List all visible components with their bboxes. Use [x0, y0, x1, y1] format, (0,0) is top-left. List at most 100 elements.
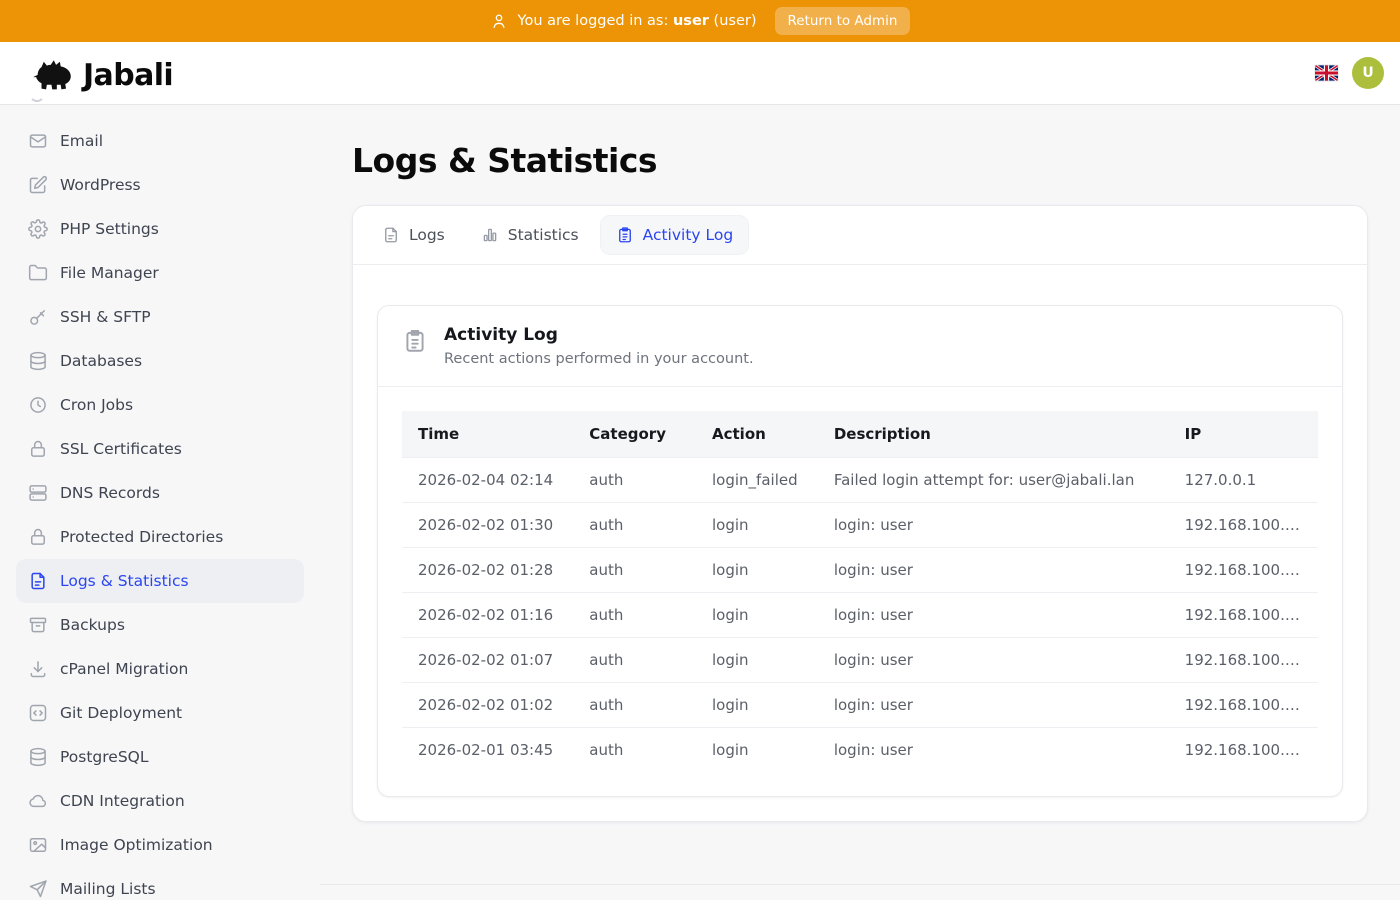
- sidebar-item-label: Email: [60, 132, 103, 150]
- column-header-description: Description: [818, 411, 1169, 458]
- sidebar-item-label: Git Deployment: [60, 704, 182, 722]
- table-cell: login_failed: [696, 457, 818, 502]
- card-description: Recent actions performed in your account…: [444, 351, 754, 367]
- sidebar-item-logs-statistics[interactable]: Logs & Statistics: [16, 559, 304, 603]
- table-cell: login: user: [818, 727, 1169, 772]
- table-cell: login: [696, 547, 818, 592]
- file-text-icon: [28, 571, 48, 591]
- activity-log-table: TimeCategoryActionDescriptionIP 2026-02-…: [402, 411, 1318, 772]
- sidebar-item-image-optimization[interactable]: Image Optimization: [16, 823, 304, 867]
- table-cell: login: user: [818, 592, 1169, 637]
- language-flag-icon[interactable]: [1315, 65, 1338, 81]
- table-row: 2026-02-02 01:30authloginlogin: user192.…: [402, 502, 1318, 547]
- avatar[interactable]: U: [1352, 57, 1384, 89]
- image-icon: [28, 835, 48, 855]
- table-cell: login: [696, 682, 818, 727]
- table-row: 2026-02-02 01:16authloginlogin: user192.…: [402, 592, 1318, 637]
- sidebar-item-cron-jobs[interactable]: Cron Jobs: [16, 383, 304, 427]
- edit-icon: [28, 175, 48, 195]
- logged-in-role: (user): [714, 13, 757, 29]
- column-header-time: Time: [402, 411, 573, 458]
- clipboard-icon: [616, 226, 634, 244]
- brand-logo[interactable]: Jabali: [30, 52, 173, 94]
- table-cell: 2026-02-02 01:16: [402, 592, 573, 637]
- sidebar-item-label: Cron Jobs: [60, 396, 133, 414]
- table-cell: auth: [573, 682, 696, 727]
- column-header-action: Action: [696, 411, 818, 458]
- card-title: Activity Log: [444, 325, 754, 345]
- activity-log-card: Activity Log Recent actions performed in…: [377, 305, 1343, 797]
- logged-in-text: You are logged in as: user (user): [518, 13, 757, 29]
- sidebar-item-ssl-certificates[interactable]: SSL Certificates: [16, 427, 304, 471]
- table-cell: 2026-02-02 01:02: [402, 682, 573, 727]
- sidebar-item-label: Backups: [60, 616, 125, 634]
- table-cell: login: [696, 502, 818, 547]
- sidebar-item-label: File Manager: [60, 264, 159, 282]
- table-cell: login: user: [818, 682, 1169, 727]
- file-text-icon: [382, 226, 400, 244]
- table-cell: 192.168.100.200: [1169, 637, 1318, 682]
- logs-statistics-card: Logs Statistics Activity Log Activity Log …: [352, 205, 1368, 822]
- tab-logs[interactable]: Logs: [367, 215, 460, 255]
- sidebar-item-label: cPanel Migration: [60, 660, 188, 678]
- tab-label: Activity Log: [643, 226, 734, 244]
- send-icon: [28, 879, 48, 899]
- sidebar-item-php-settings[interactable]: PHP Settings: [16, 207, 304, 251]
- sidebar-item-label: Image Optimization: [60, 836, 213, 854]
- sidebar-item-databases[interactable]: Databases: [16, 339, 304, 383]
- table-cell: 127.0.0.1: [1169, 457, 1318, 502]
- tab-activity-log[interactable]: Activity Log: [600, 215, 750, 255]
- sidebar-item-git-deployment[interactable]: Git Deployment: [16, 691, 304, 735]
- sidebar-item-mailing-lists[interactable]: Mailing Lists: [16, 867, 304, 900]
- tab-label: Statistics: [508, 226, 579, 244]
- table-cell: login: [696, 727, 818, 772]
- table-row: 2026-02-02 01:02authloginlogin: user192.…: [402, 682, 1318, 727]
- gear-icon: [28, 219, 48, 239]
- table-cell: 2026-02-02 01:30: [402, 502, 573, 547]
- folder-icon: [28, 263, 48, 283]
- sidebar-item-email[interactable]: Email: [16, 119, 304, 163]
- tab-bar: Logs Statistics Activity Log: [353, 206, 1367, 265]
- sidebar-item-label: Mailing Lists: [60, 880, 156, 898]
- table-cell: 192.168.100.200: [1169, 547, 1318, 592]
- sidebar-item-label: Databases: [60, 352, 142, 370]
- table-row: 2026-02-02 01:07authloginlogin: user192.…: [402, 637, 1318, 682]
- table-cell: login: [696, 637, 818, 682]
- page-title: Logs & Statistics: [352, 141, 1368, 181]
- topbar: You are logged in as: user (user) Return…: [0, 0, 1400, 42]
- bar-chart-icon: [481, 226, 499, 244]
- table-cell: 2026-02-04 02:14: [402, 457, 573, 502]
- table-cell: 192.168.100.200: [1169, 592, 1318, 637]
- table-cell: 192.168.100.200: [1169, 727, 1318, 772]
- database-icon: [28, 351, 48, 371]
- sidebar-item-label: DNS Records: [60, 484, 160, 502]
- sidebar-item-backups[interactable]: Backups: [16, 603, 304, 647]
- sidebar-item-file-manager[interactable]: File Manager: [16, 251, 304, 295]
- user-icon: [490, 12, 508, 30]
- table-cell: 2026-02-01 03:45: [402, 727, 573, 772]
- sidebar-item-cdn-integration[interactable]: CDN Integration: [16, 779, 304, 823]
- tab-statistics[interactable]: Statistics: [466, 215, 594, 255]
- table-cell: auth: [573, 637, 696, 682]
- lock-icon: [28, 527, 48, 547]
- sidebar-item-label: Logs & Statistics: [60, 572, 189, 590]
- table-cell: Failed login attempt for: user@jabali.la…: [818, 457, 1169, 502]
- sidebar-item-protected-directories[interactable]: Protected Directories: [16, 515, 304, 559]
- key-icon: [28, 307, 48, 327]
- server-icon: [28, 483, 48, 503]
- table-cell: auth: [573, 592, 696, 637]
- sidebar-item-dns-records[interactable]: DNS Records: [16, 471, 304, 515]
- sidebar-item-cpanel-migration[interactable]: cPanel Migration: [16, 647, 304, 691]
- clock-icon: [28, 395, 48, 415]
- sidebar-item-wordpress[interactable]: WordPress: [16, 163, 304, 207]
- table-row: 2026-02-04 02:14authlogin_failedFailed l…: [402, 457, 1318, 502]
- sidebar-item-postgresql[interactable]: PostgreSQL: [16, 735, 304, 779]
- return-to-admin-button[interactable]: Return to Admin: [775, 7, 911, 35]
- footer-divider: [320, 884, 1400, 885]
- table-header-row: TimeCategoryActionDescriptionIP: [402, 411, 1318, 458]
- table-cell: login: user: [818, 637, 1169, 682]
- sidebar-item-ssh-sftp[interactable]: SSH & SFTP: [16, 295, 304, 339]
- sidebar-item-label: SSH & SFTP: [60, 308, 151, 326]
- table-cell: auth: [573, 727, 696, 772]
- sidebar-item-label: Protected Directories: [60, 528, 223, 546]
